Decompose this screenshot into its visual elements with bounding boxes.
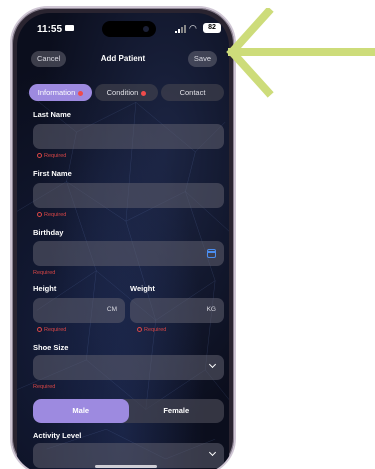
weight-label: Weight	[130, 284, 155, 293]
save-button[interactable]: Save	[187, 51, 217, 67]
home-indicator	[95, 465, 157, 468]
notification-icon	[65, 25, 74, 31]
gender-option-female[interactable]: Female	[129, 399, 225, 423]
calendar-icon[interactable]	[207, 249, 216, 258]
tab-contact[interactable]: Contact	[161, 84, 224, 101]
weight-error: Required	[137, 327, 166, 333]
birthday-error: Required	[33, 270, 56, 276]
tab-bar: Information Condition Contact	[29, 84, 224, 101]
last-name-label: Last Name	[33, 110, 71, 119]
activity-level-label: Activity Level	[33, 431, 82, 440]
signal-icon	[175, 25, 186, 33]
error-icon	[37, 212, 42, 218]
error-icon	[37, 153, 42, 159]
height-error: Required	[37, 327, 66, 333]
first-name-label: First Name	[33, 169, 72, 178]
last-name-error: Required	[37, 153, 66, 159]
birthday-label: Birthday	[33, 228, 64, 237]
error-icon	[137, 327, 142, 333]
tab-condition[interactable]: Condition	[95, 84, 158, 101]
camera-dot	[143, 26, 149, 32]
annotation-arrow-icon	[226, 8, 375, 98]
status-time: 11:55	[37, 24, 63, 35]
battery-indicator: 82	[203, 23, 221, 33]
chevron-down-icon	[208, 448, 217, 457]
error-dot-icon	[141, 90, 147, 96]
height-label: Height	[33, 284, 57, 293]
tab-label: Contact	[179, 88, 206, 97]
weight-unit: KG	[206, 306, 216, 313]
error-icon	[37, 327, 42, 333]
height-unit: CM	[106, 306, 117, 313]
first-name-error: Required	[37, 212, 66, 218]
phone-frame: 11:55 ◠ 82 Cancel Add Patient Save Infor…	[10, 6, 236, 469]
chevron-down-icon	[208, 360, 217, 369]
birthday-input[interactable]	[33, 241, 224, 266]
gender-option-male[interactable]: Male	[33, 399, 129, 423]
shoe-size-select[interactable]	[33, 355, 224, 380]
error-dot-icon	[78, 90, 84, 96]
wifi-icon: ◠	[189, 23, 197, 33]
first-name-input[interactable]	[33, 183, 224, 208]
gender-segmented-control: Male Female	[33, 399, 224, 423]
app-screen: 11:55 ◠ 82 Cancel Add Patient Save Infor…	[17, 13, 229, 469]
nav-bar: Cancel Add Patient Save	[17, 49, 229, 71]
tab-label: Condition	[106, 88, 139, 97]
shoe-size-error: Required	[33, 384, 56, 390]
last-name-input[interactable]	[33, 124, 224, 149]
dynamic-island	[102, 21, 156, 37]
height-input[interactable]: CM	[33, 298, 125, 323]
shoe-size-label: Shoe Size	[33, 343, 69, 352]
status-bar: 11:55 ◠ 82	[17, 13, 229, 39]
tab-label: Information	[37, 88, 76, 97]
weight-input[interactable]: KG	[130, 298, 224, 323]
tab-information[interactable]: Information	[29, 84, 92, 101]
